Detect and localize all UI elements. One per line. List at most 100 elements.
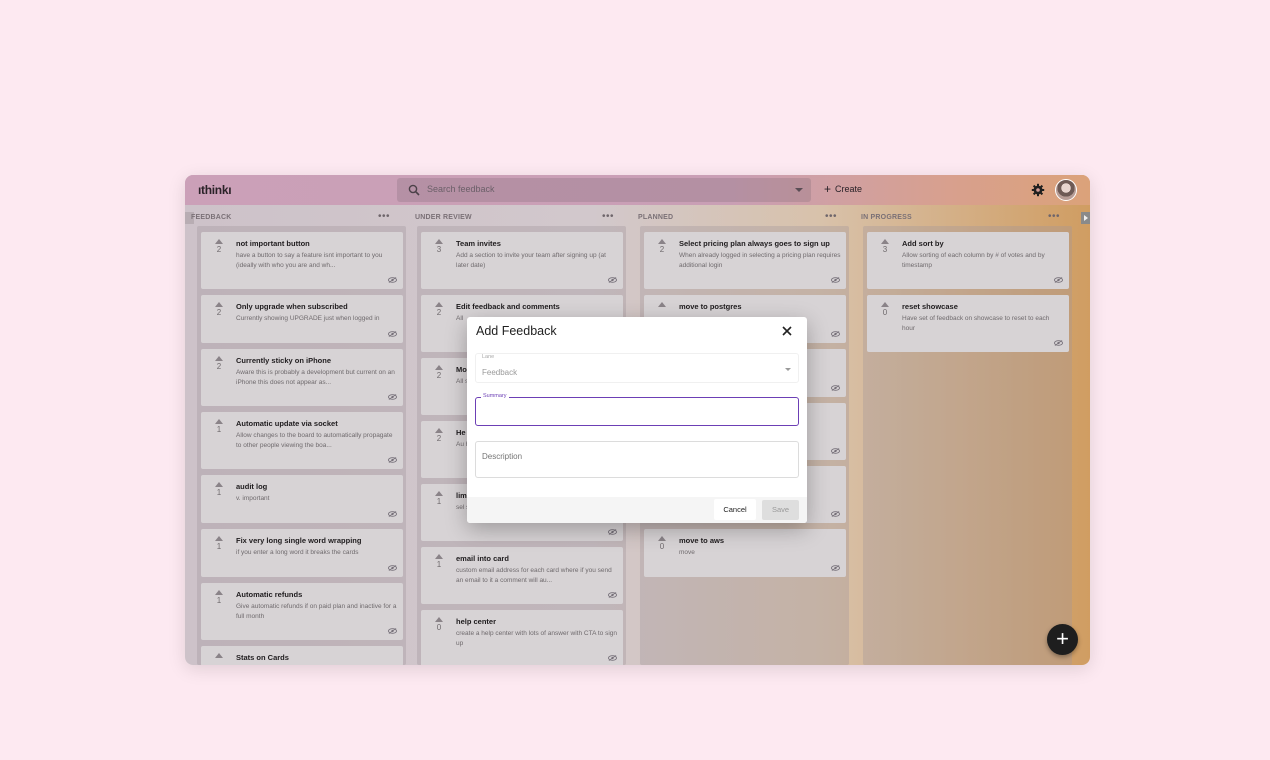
more-icon[interactable]: ••• (602, 211, 614, 222)
vote-button[interactable]: 1 (214, 536, 224, 551)
visibility-icon[interactable] (388, 394, 397, 400)
vote-button[interactable]: 0 (657, 536, 667, 551)
upvote-icon (881, 302, 889, 307)
feedback-card[interactable]: 1 Fix very long single word wrapping if yo… (201, 529, 403, 577)
close-icon[interactable] (781, 325, 793, 337)
vote-count: 0 (436, 623, 442, 632)
vote-button[interactable]: 2 (214, 302, 224, 317)
feedback-card[interactable]: 0 move to aws move (644, 529, 846, 577)
feedback-card[interactable]: 1 audit log v. important (201, 475, 403, 523)
lane-select[interactable]: Lane Feedback (475, 353, 799, 383)
feedback-card[interactable]: 0 reset showcase Have set of feedback on s… (867, 295, 1069, 352)
gear-icon[interactable] (1031, 183, 1045, 197)
expand-right-handle[interactable] (1081, 212, 1090, 224)
chevron-down-icon[interactable] (795, 188, 803, 192)
card-description: Allow changes to the board to automatica… (236, 432, 393, 449)
feedback-card[interactable]: 1 email into card custom email address for… (421, 547, 623, 604)
visibility-icon[interactable] (388, 511, 397, 517)
card-title: move to postgres (679, 302, 742, 311)
visibility-icon[interactable] (608, 529, 617, 535)
visibility-icon[interactable] (831, 448, 840, 454)
card-title: reset showcase (902, 302, 958, 311)
add-feedback-fab[interactable]: + (1047, 624, 1078, 655)
card-title: help center (456, 617, 497, 626)
vote-button[interactable]: 2 (214, 356, 224, 371)
more-icon[interactable]: ••• (825, 211, 837, 222)
cancel-button[interactable]: Cancel (714, 499, 756, 520)
visibility-icon[interactable] (831, 331, 840, 337)
more-icon[interactable]: ••• (1048, 211, 1060, 222)
summary-field[interactable]: Summary (475, 393, 799, 426)
vote-button[interactable]: 2 (657, 239, 667, 254)
visibility-icon[interactable] (831, 277, 840, 283)
visibility-icon[interactable] (388, 628, 397, 634)
card-description: Give automatic refunds if on paid plan a… (236, 603, 397, 620)
vote-button[interactable]: 1 (214, 419, 224, 434)
search-bar[interactable]: Search feedback (397, 178, 811, 202)
vote-button[interactable]: 1 (434, 554, 444, 569)
vote-button[interactable]: 0 (880, 302, 890, 317)
feedback-card[interactable]: 2 Select pricing plan always goes to sign… (644, 232, 846, 289)
feedback-card[interactable]: Stats on Cards (201, 646, 403, 665)
vote-button[interactable]: 3 (434, 239, 444, 254)
create-button[interactable]: + Create (824, 183, 862, 195)
summary-input[interactable] (482, 407, 782, 416)
save-button[interactable]: Save (762, 500, 799, 520)
vote-button[interactable]: 0 (434, 617, 444, 632)
feedback-card[interactable]: 2 Only upgrade when subscribed Currently s… (201, 295, 403, 343)
chevron-down-icon (785, 368, 791, 371)
visibility-icon[interactable] (1054, 277, 1063, 283)
visibility-icon[interactable] (608, 655, 617, 661)
visibility-icon[interactable] (831, 511, 840, 517)
description-input[interactable] (482, 452, 792, 474)
feedback-card[interactable]: 1 Automatic update via socket Allow change… (201, 412, 403, 469)
card-description: custom email address for each card where… (456, 567, 612, 584)
visibility-icon[interactable] (388, 457, 397, 463)
upvote-icon (215, 653, 223, 658)
vote-count: 3 (882, 245, 888, 254)
vote-button[interactable] (214, 653, 224, 659)
app-logo[interactable]: ıthinkı (198, 183, 232, 197)
column-lane: 2 not important button have a button to sa… (197, 226, 406, 665)
visibility-icon[interactable] (831, 385, 840, 391)
feedback-card[interactable]: 3 Team invites Add a section to invite you… (421, 232, 623, 289)
upvote-icon (435, 554, 443, 559)
visibility-icon[interactable] (608, 592, 617, 598)
card-description: v. important (236, 495, 270, 502)
upvote-icon (435, 302, 443, 307)
visibility-icon[interactable] (388, 331, 397, 337)
feedback-card[interactable]: 3 Add sort by Allow sorting of each column… (867, 232, 1069, 289)
top-bar: ıthinkı Search feedback + Create (185, 175, 1090, 205)
card-title: Add sort by (902, 239, 944, 248)
vote-button[interactable]: 1 (214, 482, 224, 497)
visibility-icon[interactable] (388, 277, 397, 283)
column-title: PLANNED (638, 214, 674, 221)
vote-count: 2 (216, 362, 222, 371)
feedback-card[interactable]: 1 Automatic refunds Give automatic refunds… (201, 583, 403, 640)
visibility-icon[interactable] (831, 565, 840, 571)
vote-button[interactable]: 1 (434, 491, 444, 506)
visibility-icon[interactable] (388, 565, 397, 571)
vote-button[interactable] (657, 302, 667, 308)
vote-count: 1 (436, 497, 442, 506)
vote-button[interactable]: 2 (434, 365, 444, 380)
search-input[interactable]: Search feedback (427, 184, 495, 194)
upvote-icon (215, 590, 223, 595)
more-icon[interactable]: ••• (378, 211, 390, 222)
feedback-card[interactable]: 2 not important button have a button to sa… (201, 232, 403, 289)
vote-button[interactable]: 3 (880, 239, 890, 254)
avatar[interactable] (1055, 179, 1077, 201)
card-title: Automatic update via socket (236, 419, 338, 428)
vote-button[interactable]: 2 (434, 302, 444, 317)
description-field[interactable] (475, 441, 799, 478)
visibility-icon[interactable] (1054, 340, 1063, 346)
dialog-footer: Cancel Save (467, 497, 807, 523)
feedback-card[interactable]: 2 Currently sticky on iPhone Aware this is… (201, 349, 403, 406)
vote-button[interactable]: 1 (214, 590, 224, 605)
card-title: Team invites (456, 239, 501, 248)
visibility-icon[interactable] (608, 277, 617, 283)
vote-button[interactable]: 2 (434, 428, 444, 443)
vote-button[interactable]: 2 (214, 239, 224, 254)
feedback-card[interactable]: 0 help center create a help center with lo… (421, 610, 623, 665)
upvote-icon (435, 491, 443, 496)
